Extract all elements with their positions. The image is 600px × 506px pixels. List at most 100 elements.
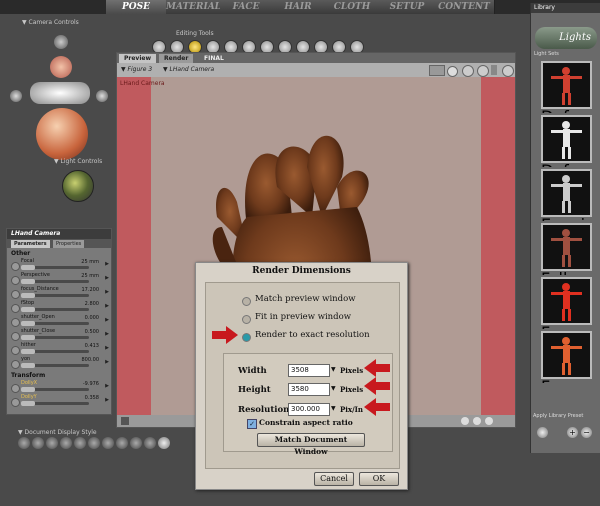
param-value[interactable]: 2.800: [85, 301, 99, 307]
width-unit[interactable]: Pixels: [340, 366, 363, 375]
tab-render[interactable]: Render: [159, 54, 194, 63]
param-value[interactable]: 0.358: [85, 395, 99, 401]
tab-parameters[interactable]: Parameters: [11, 240, 50, 248]
display-style-icon[interactable]: [18, 437, 30, 449]
param-row[interactable]: focus_Distance 17.200 ▶: [7, 286, 111, 300]
library-thumb[interactable]: [541, 169, 592, 217]
hand-icon[interactable]: [54, 35, 68, 49]
param-value[interactable]: 0.413: [85, 343, 99, 349]
width-input[interactable]: 3508: [288, 364, 330, 377]
param-slider[interactable]: [21, 349, 89, 354]
preview-icon[interactable]: [447, 66, 458, 77]
remove-preset-icon[interactable]: −: [581, 427, 592, 438]
tab-material[interactable]: MATERIAL: [166, 0, 221, 14]
library-thumb[interactable]: [541, 277, 592, 325]
param-slider[interactable]: [21, 321, 89, 326]
figure-dropdown[interactable]: ▼ Figure 3: [121, 66, 152, 73]
section-other[interactable]: Other: [11, 250, 111, 258]
param-row[interactable]: Perspective 25 mm ▶: [7, 272, 111, 286]
display-style-icon[interactable]: [74, 437, 86, 449]
resolution-unit-dropdown[interactable]: ▼: [331, 405, 336, 412]
param-slider[interactable]: [21, 401, 89, 406]
options-icon[interactable]: [502, 65, 514, 77]
param-row[interactable]: fStop 2.800 ▶: [7, 300, 111, 314]
arrow-icon[interactable]: ▶: [105, 397, 109, 403]
slider-icon[interactable]: [491, 65, 497, 75]
constrain-checkbox[interactable]: ✓: [247, 419, 257, 429]
display-style-icon[interactable]: [32, 437, 44, 449]
param-value[interactable]: 25 mm: [81, 273, 99, 279]
apply-preset-icon[interactable]: [537, 427, 548, 438]
option-fit-preview-label[interactable]: Fit in preview window: [255, 312, 351, 322]
param-value[interactable]: 17.200: [82, 287, 100, 293]
param-value[interactable]: -9.976: [83, 381, 99, 387]
dial-icon[interactable]: [11, 262, 20, 271]
dial-icon[interactable]: [11, 304, 20, 313]
height-unit-dropdown[interactable]: ▼: [331, 385, 336, 392]
radio-match-preview[interactable]: [242, 297, 251, 306]
display-style-icon[interactable]: [158, 437, 170, 449]
param-row[interactable]: DollyX -9.976 ▶: [7, 380, 111, 394]
tab-properties[interactable]: Properties: [53, 240, 85, 248]
display-style-icon[interactable]: [46, 437, 58, 449]
library-category-title[interactable]: Lights: [535, 27, 597, 49]
arrow-icon[interactable]: ▶: [105, 261, 109, 267]
option-exact-resolution-label[interactable]: Render to exact resolution: [255, 330, 370, 340]
param-slider[interactable]: [21, 279, 89, 284]
param-slider[interactable]: [21, 265, 89, 270]
display-style-icon[interactable]: [130, 437, 142, 449]
camera-rotate-icon[interactable]: [30, 82, 90, 104]
param-slider[interactable]: [21, 293, 89, 298]
camera-hand-icon[interactable]: [50, 56, 72, 78]
move-xz-icon[interactable]: [10, 90, 22, 102]
tab-pose[interactable]: POSE: [106, 0, 167, 14]
arrow-icon[interactable]: ▶: [105, 331, 109, 337]
option-match-preview-label[interactable]: Match preview window: [255, 294, 356, 304]
arrow-icon[interactable]: ▶: [105, 275, 109, 281]
camera-icon[interactable]: [477, 65, 489, 77]
dial-icon[interactable]: [11, 318, 20, 327]
dot-icon[interactable]: [485, 417, 493, 425]
resolution-input[interactable]: 300.000: [288, 403, 330, 416]
tab-hair[interactable]: HAIR: [272, 0, 325, 14]
match-document-window-button[interactable]: Match Document Window: [257, 433, 365, 456]
ok-button[interactable]: OK: [359, 472, 399, 486]
render-icon[interactable]: [429, 65, 445, 76]
arrow-icon[interactable]: ▶: [105, 345, 109, 351]
param-value[interactable]: 0.500: [85, 329, 99, 335]
dial-icon[interactable]: [11, 276, 20, 285]
tab-content[interactable]: CONTENT: [434, 0, 495, 14]
resolution-unit[interactable]: Pix/In: [340, 405, 363, 414]
param-value[interactable]: 25 mm: [81, 259, 99, 265]
display-style-icon[interactable]: [102, 437, 114, 449]
display-style-icon[interactable]: [60, 437, 72, 449]
param-slider[interactable]: [21, 335, 89, 340]
arrow-icon[interactable]: ▶: [105, 383, 109, 389]
param-row[interactable]: hither 0.413 ▶: [7, 342, 111, 356]
height-input[interactable]: 3580: [288, 383, 330, 396]
add-preset-icon[interactable]: +: [567, 427, 578, 438]
constrain-label[interactable]: Constrain aspect ratio: [259, 418, 353, 427]
display-style-icon[interactable]: [88, 437, 100, 449]
height-unit[interactable]: Pixels: [340, 385, 363, 394]
param-slider[interactable]: [21, 387, 89, 392]
library-thumb[interactable]: [541, 331, 592, 379]
param-row[interactable]: shutter_Close 0.500 ▶: [7, 328, 111, 342]
param-slider[interactable]: [21, 363, 89, 368]
dial-icon[interactable]: [11, 332, 20, 341]
arrow-icon[interactable]: ▶: [105, 359, 109, 365]
library-thumb[interactable]: [541, 223, 592, 271]
arrow-icon[interactable]: ▶: [105, 289, 109, 295]
square-icon[interactable]: [121, 417, 129, 425]
tab-setup[interactable]: SETUP: [380, 0, 435, 14]
light-trackball-icon[interactable]: [62, 170, 94, 202]
display-style-icon[interactable]: [144, 437, 156, 449]
tab-face[interactable]: FACE: [220, 0, 273, 14]
dot-icon[interactable]: [461, 417, 469, 425]
param-row[interactable]: shutter_Open 0.000 ▶: [7, 314, 111, 328]
tab-cloth[interactable]: CLOTH: [324, 0, 381, 14]
trackball-icon[interactable]: [36, 108, 88, 160]
move-xy-icon[interactable]: [96, 90, 108, 102]
display-style-icon[interactable]: [116, 437, 128, 449]
param-row[interactable]: Focal 25 mm ▶: [7, 258, 111, 272]
